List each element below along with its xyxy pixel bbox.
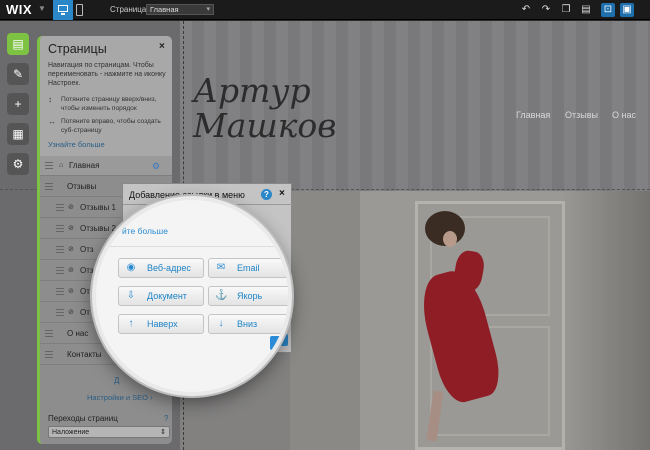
document-icon: ⇩ [126,290,136,301]
horizontal-arrows-icon: ↔ [48,117,56,126]
learn-more-link[interactable]: Узнайте больше [48,140,105,149]
home-icon: ⌂ [59,162,64,169]
copy-icon[interactable]: ❐ [559,3,573,17]
magnifier-callout: Выбе йте больше ◉ Веб-адрес ✉ Email ⇩ До… [92,196,292,396]
transitions-label: Переходы страниц [48,414,118,423]
globe-icon: ◉ [126,262,136,273]
page-item-home[interactable]: ⌂ Главная ⚙ [40,156,172,176]
drag-handle-icon[interactable] [56,288,64,295]
gear-icon[interactable]: ⚙ [152,156,160,176]
design-brush-icon[interactable]: ✎ [7,63,29,85]
top-button[interactable]: ↑ Наверх [118,314,204,334]
top-toolbar: WIX ▼ Страница: Главная ▾ ↶ ↷ ❐ ▤ ⊡ ▣ [0,0,650,20]
document-button[interactable]: ⇩ Документ [118,286,204,306]
panel-title: Страницы [48,42,107,56]
arrow-up-icon: ↑ [128,318,134,329]
anchor-icon: ⚓ [215,290,228,301]
help-icon[interactable]: ? [261,189,272,200]
web-address-button[interactable]: ◉ Веб-адрес [118,258,204,278]
transitions-select[interactable]: Наложение ⇕ [48,426,170,438]
panel-description: Навигация по страницам. Чтобы переименов… [48,62,166,87]
vertical-arrows-icon: ↕ [48,95,52,104]
drag-handle-icon[interactable] [56,225,64,232]
arrow-down-icon: ↓ [218,318,224,329]
chevron-down-icon: ▾ [206,6,210,13]
site-title[interactable]: Артур Машков [193,73,337,143]
app-market-icon[interactable]: ▦ [7,123,29,145]
desktop-view-button[interactable] [53,0,73,20]
learn-more-link[interactable]: йте больше [122,226,168,236]
help-icon[interactable]: ? [164,414,168,423]
pages-icon[interactable]: ▤ [7,33,29,55]
page-selector-label: Страница: [110,5,149,14]
hidden-eye-icon: ⊘ [68,288,74,295]
drag-handle-icon[interactable] [45,183,53,190]
add-icon[interactable]: + [7,93,29,115]
hidden-eye-icon: ⊘ [68,225,74,232]
anchor-button[interactable]: ⚓ Якорь [208,286,288,306]
grid-lines-icon[interactable]: ▣ [620,3,634,17]
drag-handle-icon[interactable] [56,204,64,211]
hidden-eye-icon: ⊘ [68,204,74,211]
envelope-icon: ✉ [216,262,226,273]
mobile-view-button[interactable] [76,4,83,16]
hidden-eye-icon: ⊘ [68,246,74,253]
site-nav-reviews[interactable]: Отзывы [565,110,598,120]
close-icon[interactable]: × [159,41,165,52]
hidden-eye-icon: ⊘ [68,309,74,316]
seo-settings-link[interactable]: Настройки и SEO › [87,393,153,402]
email-button[interactable]: ✉ Email [208,258,288,278]
site-nav-about[interactable]: О нас [612,110,636,120]
snap-guides-icon[interactable]: ⊡ [601,3,615,17]
drag-handle-icon[interactable] [56,246,64,253]
add-page-button[interactable]: Д [114,376,119,385]
close-icon[interactable]: × [279,188,285,199]
drag-handle-icon[interactable] [45,330,53,337]
page-selector-value: Главная [150,5,179,14]
chevron-down-icon[interactable]: ▼ [38,4,46,13]
page-selector[interactable]: Главная ▾ [146,4,214,15]
hidden-eye-icon: ⊘ [68,267,74,274]
chevron-updown-icon: ⇕ [160,429,166,436]
dialog-subtitle: Выбе [118,206,136,213]
desktop-icon [58,5,68,12]
drag-handle-icon[interactable] [45,351,53,358]
wix-logo[interactable]: WIX [6,2,32,17]
drag-handle-icon[interactable] [45,162,53,169]
undo-icon[interactable]: ↶ [519,3,533,17]
chevron-right-icon: › [150,393,153,402]
editor-side-rail: ▤ ✎ + ▦ ⚙ [0,33,34,183]
settings-gear-icon[interactable]: ⚙ [7,153,29,175]
paste-icon[interactable]: ▤ [579,3,593,17]
drag-handle-icon[interactable] [56,309,64,316]
site-nav-home[interactable]: Главная [516,110,550,120]
bottom-button[interactable]: ↓ Вниз [208,314,288,334]
redo-icon[interactable]: ↷ [539,3,553,17]
drag-handle-icon[interactable] [56,267,64,274]
